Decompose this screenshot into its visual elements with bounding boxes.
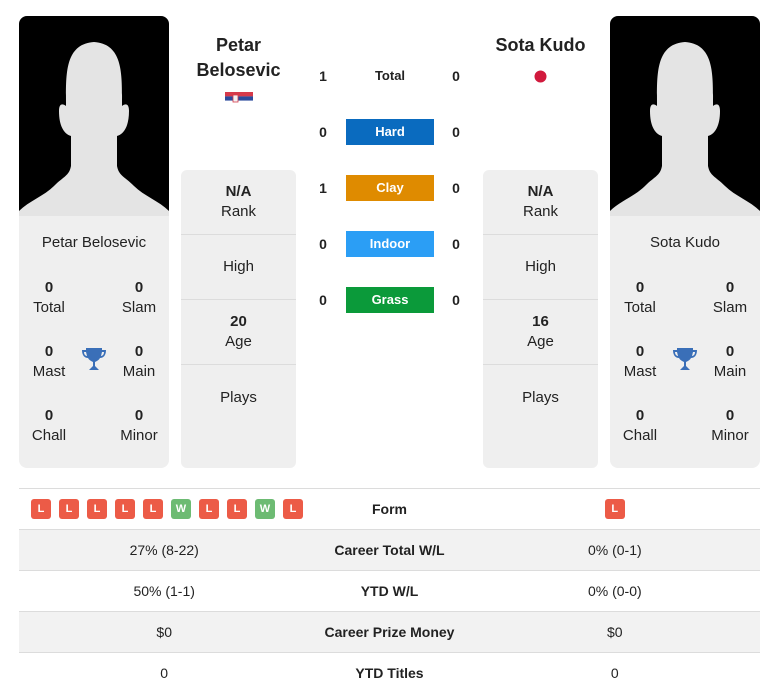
player2-stat-minor: 0 Minor	[711, 407, 749, 444]
player1-rank: N/A Rank	[181, 170, 296, 235]
trophy-icon	[673, 348, 697, 370]
form-badge-loss[interactable]: L	[87, 499, 107, 519]
form-badge-loss[interactable]: L	[143, 499, 163, 519]
player2-stat-slam: 0 Slam	[712, 279, 748, 316]
avatar-silhouette-icon	[610, 42, 760, 216]
player1-stat-mast: 0 Mast	[32, 343, 66, 380]
player2-high: High	[483, 235, 598, 300]
player2-info-card: N/A Rank High 16 Age Plays	[483, 170, 598, 468]
form-badge-win[interactable]: W	[171, 499, 191, 519]
table-row: 0 YTD Titles 0	[19, 653, 760, 694]
player2-form: L	[470, 499, 760, 519]
form-badge-win[interactable]: W	[255, 499, 275, 519]
table-row: $0 Career Prize Money $0	[19, 611, 760, 653]
form-badge-loss[interactable]: L	[59, 499, 79, 519]
surface-clay-badge[interactable]: Clay	[346, 175, 434, 201]
player1-stat-chall: 0 Chall	[31, 407, 67, 444]
h2h-row-hard: 0 Hard 0	[300, 119, 480, 145]
surface-grass-badge[interactable]: Grass	[346, 287, 434, 313]
surface-indoor-badge[interactable]: Indoor	[346, 231, 434, 257]
avatar-silhouette-icon	[19, 42, 169, 216]
form-badge-loss[interactable]: L	[115, 499, 135, 519]
player2-plays: Plays	[522, 388, 559, 406]
player1-name[interactable]: Petar Belosevic	[180, 33, 297, 83]
player2-value: 0% (0-1)	[469, 529, 760, 571]
form-badge-loss[interactable]: L	[604, 499, 625, 519]
player2-rank: N/A Rank	[483, 170, 598, 235]
player2-stat-mast: 0 Mast	[623, 343, 657, 380]
h2h-row-clay: 1 Clay 0	[300, 175, 480, 201]
japan-flag-icon	[534, 70, 547, 83]
h2h-row-indoor: 0 Indoor 0	[300, 231, 480, 257]
player1-plays: Plays	[220, 388, 257, 406]
player1-value: $0	[19, 611, 310, 653]
player1-stat-slam: 0 Slam	[121, 279, 157, 316]
table-row: 50% (1-1) YTD W/L 0% (0-0)	[19, 570, 760, 612]
row-label: YTD Titles	[355, 665, 424, 682]
h2h-row-total: 1 Total 0	[300, 63, 480, 89]
row-label: YTD W/L	[309, 570, 470, 612]
serbia-flag-icon	[225, 92, 253, 105]
table-row: 27% (8-22) Career Total W/L 0% (0-1)	[19, 529, 760, 571]
surface-hard-badge[interactable]: Hard	[346, 119, 434, 145]
player2-name[interactable]: Sota Kudo	[482, 33, 599, 58]
player2-value: 0	[610, 665, 619, 682]
form-badge-loss[interactable]: L	[227, 499, 247, 519]
player1-value: 50% (1-1)	[19, 570, 310, 612]
player2-card: Sota Kudo 0 Total 0 Slam 0 Mast 0 Main 0 Chal…	[610, 16, 760, 468]
player1-photo	[19, 16, 169, 216]
player1-high: High	[181, 235, 296, 300]
row-label: Career Prize Money	[309, 611, 470, 653]
player1-value: 0	[160, 665, 169, 682]
player1-card: Petar Belosevic 0 Total 0 Slam 0 Mast 0 Main…	[19, 16, 169, 468]
form-label: Form	[309, 488, 470, 530]
form-badge-loss[interactable]: L	[283, 499, 303, 519]
player2-age: 16 Age	[483, 300, 598, 365]
player1-card-name: Petar Belosevic	[41, 234, 147, 251]
player2-stat-chall: 0 Chall	[622, 407, 658, 444]
form-badge-loss[interactable]: L	[31, 499, 51, 519]
player1-info-card: N/A Rank High 20 Age Plays	[181, 170, 296, 468]
player2-value: $0	[469, 611, 760, 653]
player2-photo	[610, 16, 760, 216]
player1-stat-minor: 0 Minor	[120, 407, 158, 444]
player2-value: 0% (0-0)	[469, 570, 760, 612]
surface-total-label: Total	[374, 68, 406, 83]
player1-stat-total: 0 Total	[33, 279, 65, 316]
row-label: Career Total W/L	[309, 529, 470, 571]
player2-stat-main: 0 Main	[713, 343, 747, 380]
form-badge-loss[interactable]: L	[199, 499, 219, 519]
player1-value: 27% (8-22)	[19, 529, 310, 571]
player1-form: LLLLLWLLWL	[19, 499, 309, 519]
player2-card-name: Sota Kudo	[649, 234, 721, 251]
player2-stat-total: 0 Total	[624, 279, 656, 316]
trophy-icon	[82, 348, 106, 370]
h2h-row-grass: 0 Grass 0	[300, 287, 480, 313]
comparison-table: LLLLLWLLWL Form L 27% (8-22) Career Tota…	[19, 488, 760, 694]
player1-stat-main: 0 Main	[122, 343, 156, 380]
player1-age: 20 Age	[181, 300, 296, 365]
form-row: LLLLLWLLWL Form L	[19, 488, 760, 530]
